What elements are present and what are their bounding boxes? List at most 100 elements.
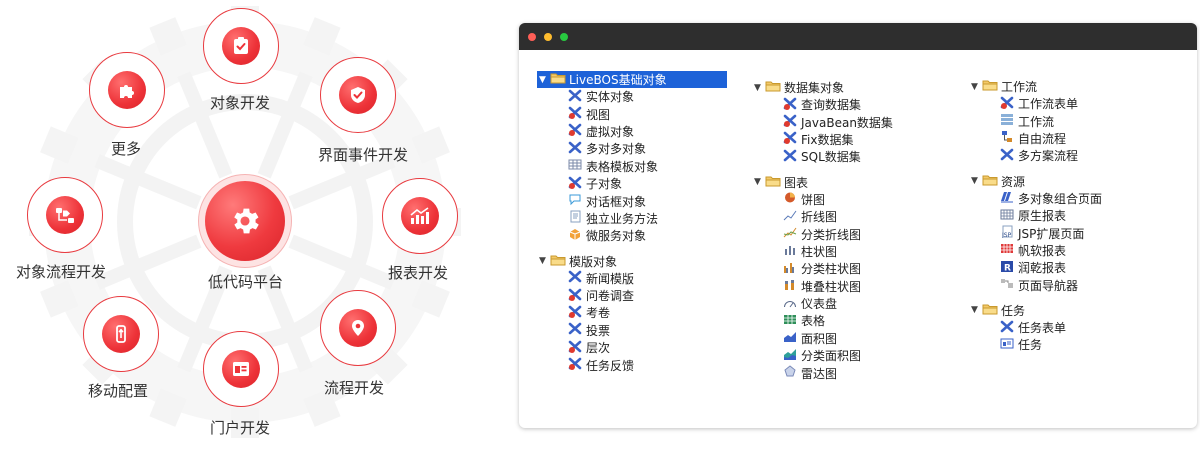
jsp-page-icon: JSP [1000, 225, 1018, 241]
tree-item[interactable]: 分类面积图 [752, 347, 893, 364]
tree-item[interactable]: 对话框对象 [537, 192, 727, 209]
tree-item[interactable]: 原生报表 [969, 207, 1102, 224]
node-label-object-flow-dev: 对象流程开发 [16, 263, 107, 281]
tree-item[interactable]: 新闻模版 [537, 270, 727, 287]
tree-item[interactable]: 自由流程 [969, 130, 1102, 147]
tree-item[interactable]: 工作流表单 [969, 95, 1102, 112]
tree-group-header[interactable]: ▼ 资源 [969, 173, 1102, 190]
tree-item-label: 分类面积图 [801, 349, 862, 364]
expand-triangle-icon[interactable]: ▼ [969, 82, 980, 92]
tree-item[interactable]: R 润乾报表 [969, 259, 1102, 276]
tree-group-title: LiveBOS基础对象 [569, 73, 667, 87]
tree-group: ▼ 数据集对象 查询数据集 JavaBean数据集 Fix数据集 SQL数据集 [752, 79, 893, 166]
tree-item[interactable]: 任务反馈 [537, 356, 727, 373]
task-icon [1000, 337, 1018, 353]
tree-item[interactable]: 多对多对象 [537, 140, 727, 157]
x-node-icon [568, 89, 586, 105]
minimize-window-button[interactable] [544, 33, 552, 41]
tree-group-title: 数据集对象 [784, 81, 845, 95]
x-node-red-icon [568, 305, 586, 321]
tree-item[interactable]: Fix数据集 [752, 131, 893, 148]
expand-triangle-icon[interactable]: ▼ [969, 176, 980, 186]
node-ui-event-dev[interactable] [320, 57, 396, 133]
tree-item[interactable]: 帆软报表 [969, 242, 1102, 259]
tree-item[interactable]: 页面导航器 [969, 277, 1102, 294]
tree-item[interactable]: 雷达图 [752, 364, 893, 381]
node-report-dev[interactable] [382, 178, 458, 254]
node-mobile-config[interactable] [83, 296, 159, 372]
tree-group-header[interactable]: ▼ 模版对象 [537, 253, 727, 270]
tree-item[interactable]: 表格 [752, 312, 893, 329]
tree-item[interactable]: 多对象组合页面 [969, 190, 1102, 207]
tree-item[interactable]: 层次 [537, 339, 727, 356]
tree-item[interactable]: 子对象 [537, 175, 727, 192]
cube-icon [568, 228, 586, 244]
tree-item-label: JSP扩展页面 [1018, 226, 1085, 241]
workflow-icon [1000, 113, 1018, 129]
tree-item[interactable]: JSP JSP扩展页面 [969, 224, 1102, 241]
portal-window-icon [222, 350, 260, 388]
node-label-report-dev: 报表开发 [388, 264, 449, 282]
tree-item[interactable]: 柱状图 [752, 243, 893, 260]
tree-item[interactable]: 任务表单 [969, 319, 1102, 336]
tree-item[interactable]: 表格模板对象 [537, 158, 727, 175]
maximize-window-button[interactable] [560, 33, 568, 41]
line-chart-icon [783, 209, 801, 225]
tree-item[interactable]: 仪表盘 [752, 295, 893, 312]
tree-item[interactable]: 实体对象 [537, 88, 727, 105]
tree-item[interactable]: 面积图 [752, 330, 893, 347]
tree-group-header[interactable]: ▼ 任务 [969, 302, 1102, 319]
tree-item[interactable]: 视图 [537, 105, 727, 122]
expand-triangle-icon[interactable]: ▼ [752, 177, 763, 187]
tree-item-label: 表格模板对象 [586, 159, 659, 174]
close-window-button[interactable] [528, 33, 536, 41]
tree-group-header[interactable]: ▼ 数据集对象 [752, 79, 893, 96]
folder-icon [980, 303, 1001, 318]
tree-item[interactable]: 微服务对象 [537, 227, 727, 244]
tree-item[interactable]: 虚拟对象 [537, 123, 727, 140]
tree-item[interactable]: 投票 [537, 322, 727, 339]
node-more[interactable] [89, 52, 165, 128]
tree-item[interactable]: JavaBean数据集 [752, 113, 893, 130]
tree-group-header[interactable]: ▼ 图表 [752, 174, 893, 191]
center-hub[interactable] [205, 181, 285, 261]
tree-item[interactable]: SQL数据集 [752, 148, 893, 165]
x-node-red-icon [568, 176, 586, 192]
tree-item[interactable]: 任务 [969, 336, 1102, 353]
tree-item[interactable]: 分类柱状图 [752, 260, 893, 277]
tree-item[interactable]: 工作流 [969, 112, 1102, 129]
node-object-flow-dev[interactable] [27, 177, 103, 253]
tree-item[interactable]: 问卷调查 [537, 287, 727, 304]
expand-triangle-icon[interactable]: ▼ [537, 256, 548, 266]
node-process-dev[interactable] [320, 290, 396, 366]
x-node-red-icon [783, 131, 801, 147]
tree-item-label: 分类柱状图 [801, 262, 862, 277]
tree-item[interactable]: 独立业务方法 [537, 210, 727, 227]
tree-item[interactable]: 考卷 [537, 304, 727, 321]
tree-item[interactable]: 饼图 [752, 191, 893, 208]
node-portal-dev[interactable] [203, 331, 279, 407]
tree-item-label: 考卷 [586, 306, 611, 321]
tree-item-label: 独立业务方法 [586, 211, 659, 226]
node-label-mobile-config: 移动配置 [88, 382, 149, 400]
tree-group-header[interactable]: ▼ LiveBOS基础对象 [537, 71, 727, 88]
runqian-report-icon: R [1000, 260, 1018, 276]
tree-group: ▼ 资源 多对象组合页面 原生报表 JSP JSP扩展页面 帆软报表 R 润乾报表 页面导航器 [969, 173, 1102, 294]
expand-triangle-icon[interactable]: ▼ [752, 83, 763, 93]
tree-item[interactable]: 折线图 [752, 208, 893, 225]
tree-group-title: 资源 [1001, 174, 1026, 189]
tree-group-header[interactable]: ▼ 工作流 [969, 78, 1102, 95]
tree-item-label: 对话框对象 [586, 194, 647, 209]
tree-item[interactable]: 分类折线图 [752, 225, 893, 242]
finereport-icon [1000, 242, 1018, 258]
tree-item[interactable]: 查询数据集 [752, 96, 893, 113]
tree-item[interactable]: 多方案流程 [969, 147, 1102, 164]
expand-triangle-icon[interactable]: ▼ [537, 75, 548, 85]
expand-triangle-icon[interactable]: ▼ [969, 305, 980, 315]
tree-item-label: 表格 [801, 314, 826, 329]
node-object-dev[interactable] [203, 8, 279, 84]
tree-item-label: JavaBean数据集 [801, 115, 893, 130]
free-flow-icon [1000, 130, 1018, 146]
tree-item[interactable]: 堆叠柱状图 [752, 278, 893, 295]
composite-page-icon [1000, 190, 1018, 206]
